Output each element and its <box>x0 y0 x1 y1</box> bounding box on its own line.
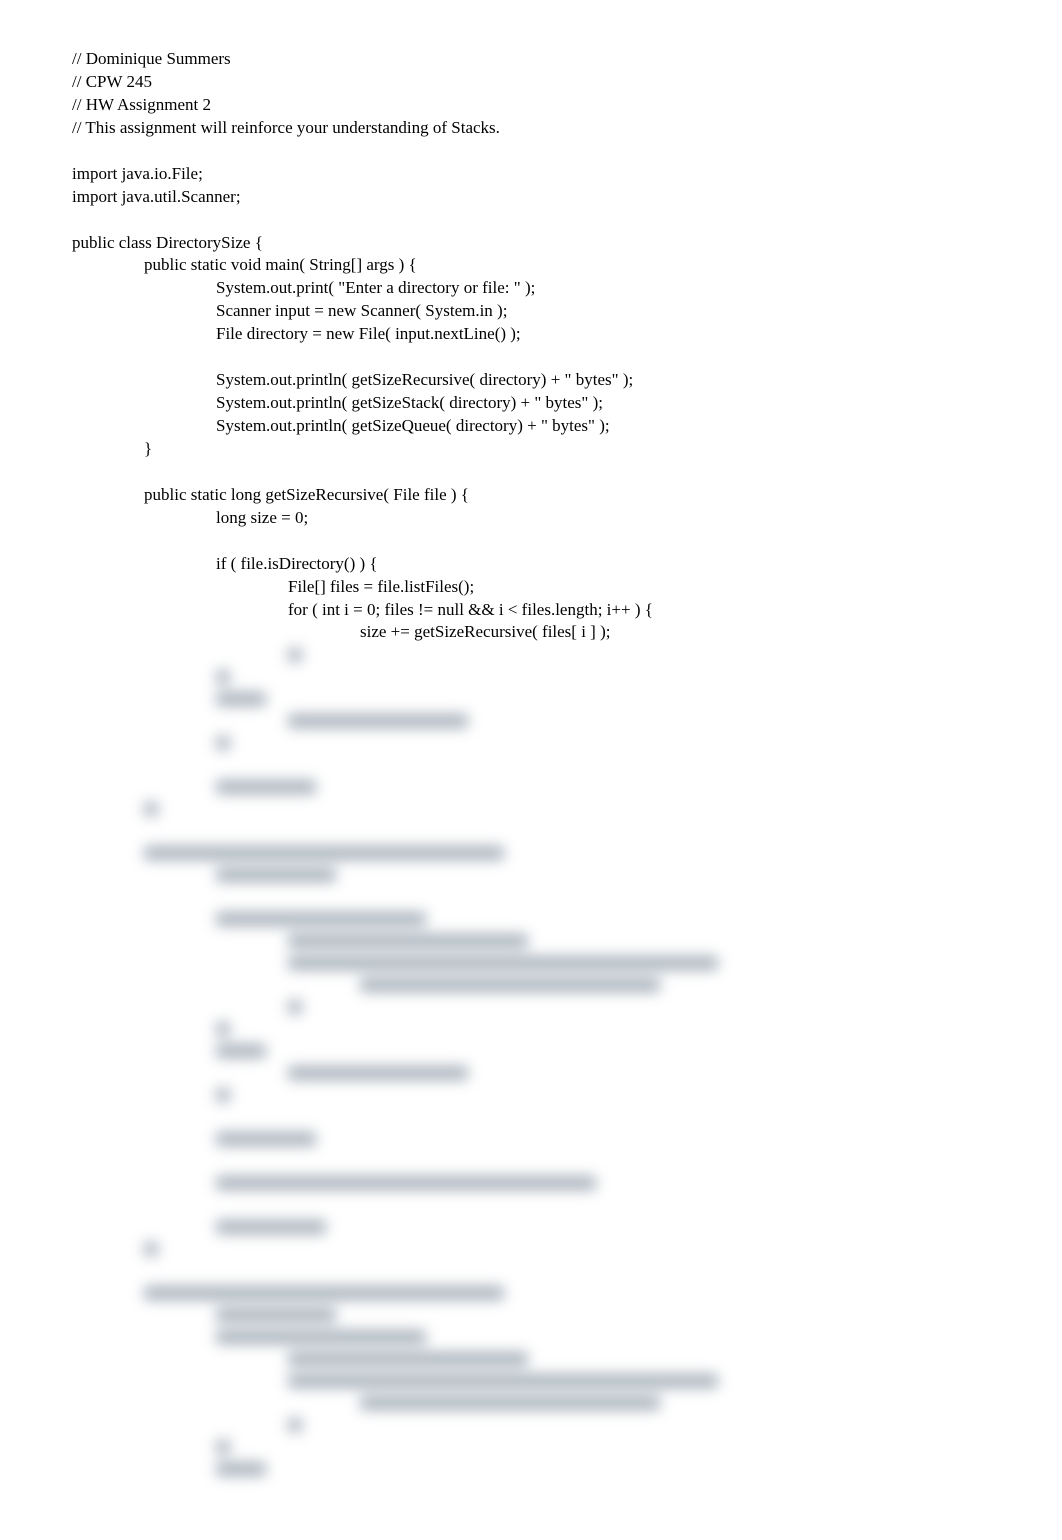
comment-line: // This assignment will reinforce your u… <box>72 117 990 140</box>
blank-line <box>72 530 990 553</box>
blank-line <box>72 209 990 232</box>
blank-line <box>72 461 990 484</box>
comment-line: // Dominique Summers <box>72 48 990 71</box>
code-line: long size = 0; <box>72 507 990 530</box>
code-line: if ( file.isDirectory() ) { <box>72 553 990 576</box>
code-line: System.out.print( "Enter a directory or … <box>72 277 990 300</box>
code-line: System.out.println( getSizeQueue( direct… <box>72 415 990 438</box>
method-signature-recursive: public static long getSizeRecursive( Fil… <box>72 484 990 507</box>
method-signature-main: public static void main( String[] args )… <box>72 254 990 277</box>
class-declaration: public class DirectorySize { <box>72 232 990 255</box>
code-page: // Dominique Summers // CPW 245 // HW As… <box>0 0 1062 1540</box>
obscured-content <box>72 644 990 1480</box>
import-line: import java.io.File; <box>72 163 990 186</box>
code-line: File directory = new File( input.nextLin… <box>72 323 990 346</box>
code-line: System.out.println( getSizeStack( direct… <box>72 392 990 415</box>
import-line: import java.util.Scanner; <box>72 186 990 209</box>
code-line: Scanner input = new Scanner( System.in )… <box>72 300 990 323</box>
comment-line: // CPW 245 <box>72 71 990 94</box>
blank-line <box>72 140 990 163</box>
code-line: File[] files = file.listFiles(); <box>72 576 990 599</box>
blank-line <box>72 346 990 369</box>
close-brace: } <box>72 438 990 461</box>
comment-line: // HW Assignment 2 <box>72 94 990 117</box>
code-line: System.out.println( getSizeRecursive( di… <box>72 369 990 392</box>
code-line: for ( int i = 0; files != null && i < fi… <box>72 599 990 622</box>
code-line: size += getSizeRecursive( files[ i ] ); <box>72 621 990 644</box>
